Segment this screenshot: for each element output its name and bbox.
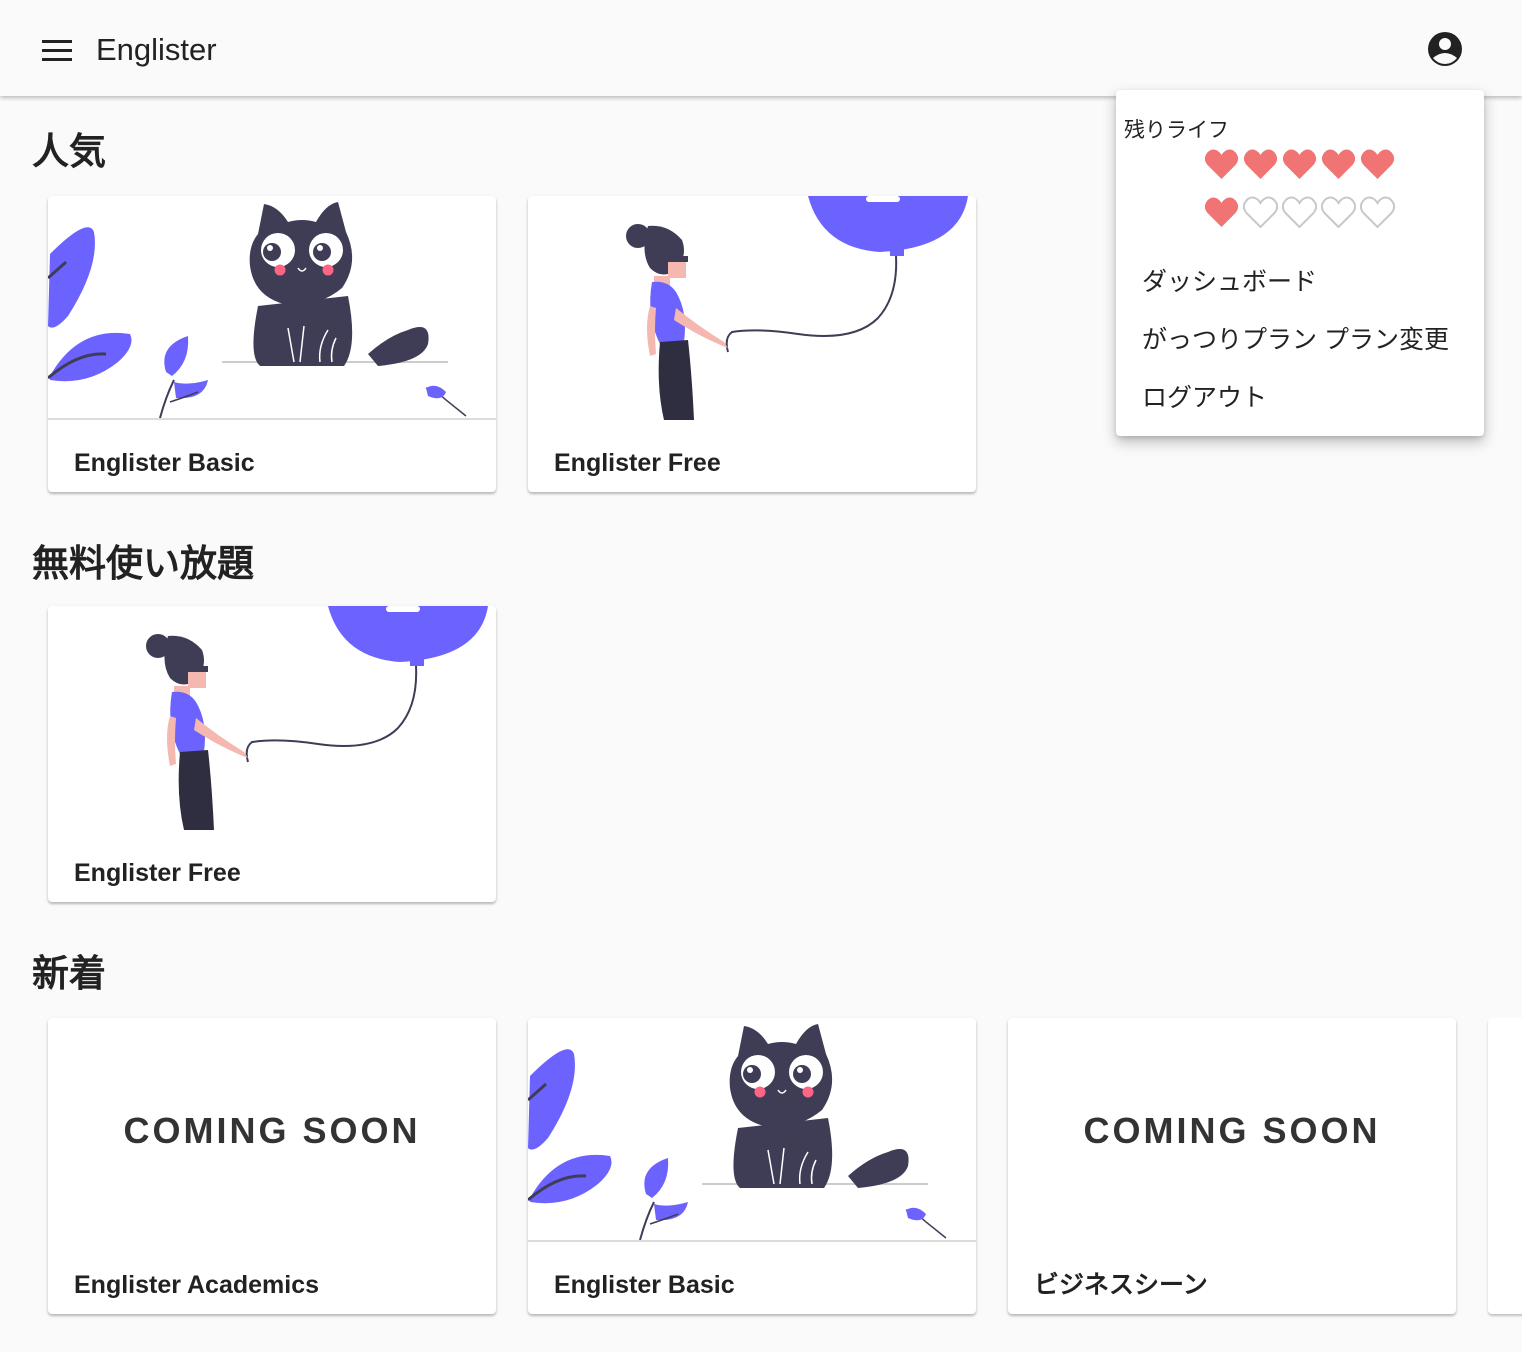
balloon-girl-illustration bbox=[626, 196, 968, 420]
menu-item-plan-change[interactable]: がっつりプラン プラン変更 bbox=[1142, 320, 1449, 356]
card-title: Englister Free bbox=[74, 859, 241, 887]
coming-soon-image: COMING SOON bbox=[123, 1110, 421, 1151]
course-card-partial[interactable] bbox=[1488, 1018, 1522, 1314]
cat-illustration bbox=[528, 1024, 947, 1241]
heart-empty-icon bbox=[1360, 196, 1395, 229]
heart-empty-icon bbox=[1282, 196, 1317, 229]
heart-filled-icon bbox=[1282, 149, 1317, 179]
heart-filled-icon bbox=[1321, 149, 1356, 179]
heart-empty-icon bbox=[1321, 196, 1356, 229]
course-card[interactable]: COMING SOON Englister Academics bbox=[48, 1018, 496, 1314]
lives-row bbox=[1204, 196, 1404, 230]
course-card[interactable]: Englister Basic bbox=[528, 1018, 976, 1314]
course-card[interactable]: Englister Free bbox=[528, 196, 976, 492]
section-title-free-unlimited: 無料使い放題 bbox=[32, 543, 254, 584]
account-menu: 残りライフ ダッシュボード がっつりプラン プラン変更 ログアウト bbox=[1116, 90, 1484, 436]
menu-button[interactable] bbox=[32, 28, 82, 72]
card-divider bbox=[48, 418, 496, 420]
heart-filled-icon bbox=[1204, 197, 1239, 227]
app-title[interactable]: Englister bbox=[96, 32, 217, 68]
heart-empty-icon bbox=[1243, 196, 1278, 229]
card-title: Englister Basic bbox=[74, 449, 255, 477]
section-title-new: 新着 bbox=[32, 953, 106, 994]
section-title-popular: 人気 bbox=[32, 131, 106, 172]
menu-item-dashboard[interactable]: ダッシュボード bbox=[1142, 262, 1317, 298]
heart-filled-icon bbox=[1243, 149, 1278, 179]
account-circle-icon bbox=[1428, 32, 1462, 66]
lives-row bbox=[1204, 148, 1404, 182]
course-card[interactable]: Englister Basic bbox=[48, 196, 496, 492]
app-bar: Englister bbox=[0, 0, 1522, 96]
heart-filled-icon bbox=[1360, 149, 1395, 179]
card-divider bbox=[528, 1240, 976, 1242]
hamburger-menu-icon bbox=[42, 40, 72, 61]
card-title: ビジネスシーン bbox=[1034, 1271, 1208, 1299]
balloon-girl-illustration bbox=[146, 606, 488, 830]
card-title: Englister Basic bbox=[554, 1271, 735, 1299]
account-button[interactable] bbox=[1424, 28, 1466, 70]
card-title: Englister Free bbox=[554, 449, 721, 477]
life-label: 残りライフ bbox=[1124, 119, 1229, 142]
cat-illustration bbox=[48, 202, 467, 419]
coming-soon-image: COMING SOON bbox=[1083, 1110, 1381, 1151]
card-title: Englister Academics bbox=[74, 1271, 320, 1299]
menu-item-logout[interactable]: ログアウト bbox=[1142, 378, 1267, 414]
course-card[interactable]: Englister Free bbox=[48, 606, 496, 902]
course-card[interactable]: COMING SOON ビジネスシーン bbox=[1008, 1018, 1456, 1314]
heart-filled-icon bbox=[1204, 149, 1239, 179]
